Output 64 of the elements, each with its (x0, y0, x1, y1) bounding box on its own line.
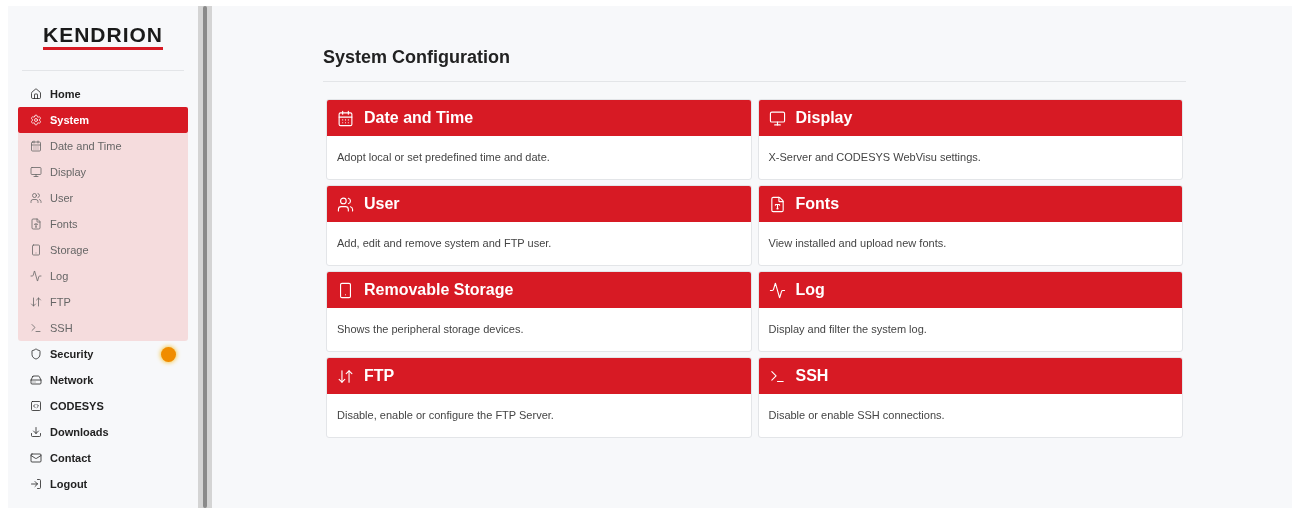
nav-item[interactable]: CODESYS (18, 393, 188, 419)
monitor-icon (768, 109, 786, 127)
font-file-icon (30, 218, 42, 230)
transfer-arrows-icon (337, 367, 354, 385)
submenu-item[interactable]: User (18, 185, 188, 211)
calendar-icon (337, 109, 354, 127)
config-card[interactable]: Log Display and filter the system log. (757, 271, 1183, 352)
config-card[interactable]: Removable Storage Shows the peripheral storage devices. (326, 271, 752, 352)
card-description: Add, edit and remove system and FTP user. (337, 236, 552, 252)
monitor-icon (30, 166, 42, 178)
card-description: View installed and upload new fonts. (768, 236, 947, 252)
nav-item[interactable]: Home (18, 81, 188, 107)
nav-item[interactable]: Logout (18, 471, 188, 497)
shield-icon (30, 348, 42, 360)
nav-item[interactable]: Contact (18, 445, 188, 471)
card-title: Fonts (795, 194, 840, 214)
card-title: Log (795, 280, 825, 300)
submenu-item[interactable]: Log (18, 263, 188, 289)
settings-icon (30, 114, 42, 126)
scrollbar[interactable] (198, 6, 212, 508)
card-description: Display and filter the system log. (768, 322, 927, 338)
users-icon (337, 195, 354, 213)
logout-icon (30, 478, 42, 490)
config-card[interactable]: Display X-Server and CODESYS WebVisu settings. (757, 99, 1183, 180)
card-description: Shows the peripheral storage devices. (337, 322, 524, 338)
users-icon (30, 192, 42, 204)
calendar-icon (30, 140, 42, 152)
card-description: X-Server and CODESYS WebVisu settings. (768, 150, 981, 166)
card-title: Display (795, 108, 853, 128)
submenu-item[interactable]: Display (18, 159, 188, 185)
code-box-icon (30, 400, 42, 412)
transfer-arrows-icon (30, 296, 42, 308)
terminal-icon (30, 322, 42, 334)
config-card[interactable]: Date and Time Adopt local or set predefined time and date. (326, 99, 752, 180)
nav-item[interactable]: Downloads (18, 419, 188, 445)
nav-item[interactable]: Security (18, 341, 188, 367)
home-icon (30, 88, 42, 100)
download-icon (30, 426, 42, 438)
card-description: Disable, enable or configure the FTP Server. (337, 408, 554, 424)
font-file-icon (768, 195, 786, 213)
card-title: Removable Storage (364, 280, 514, 300)
submenu-item[interactable]: SSH (18, 315, 188, 341)
card-title: SSH (795, 366, 829, 386)
pulse-icon (768, 281, 786, 299)
config-card[interactable]: SSH Disable or enable SSH connections. (757, 357, 1183, 438)
page-title: System Configuration (323, 44, 1186, 82)
nav-item[interactable]: System (18, 107, 188, 133)
submenu-item[interactable]: Fonts (18, 211, 188, 237)
card-title: User (364, 194, 400, 214)
submenu-item[interactable]: Date and Time (18, 133, 188, 159)
config-card[interactable]: Fonts View installed and upload new fonts. (757, 185, 1183, 266)
submenu-item[interactable]: FTP (18, 289, 188, 315)
logo: KENDRION (43, 24, 163, 50)
nav-item[interactable]: Network (18, 367, 188, 393)
card-description: Adopt local or set predefined time and date. (337, 150, 550, 166)
pulse-icon (30, 270, 42, 282)
network-device-icon (30, 374, 42, 386)
card-title: FTP (364, 366, 395, 386)
mail-icon (30, 452, 42, 464)
submenu-item[interactable]: Storage (18, 237, 188, 263)
card-title: Date and Time (364, 108, 474, 128)
config-card[interactable]: FTP Disable, enable or configure the FTP Server. (326, 357, 752, 438)
config-card[interactable]: User Add, edit and remove system and FTP user. (326, 185, 752, 266)
card-description: Disable or enable SSH connections. (768, 408, 945, 424)
